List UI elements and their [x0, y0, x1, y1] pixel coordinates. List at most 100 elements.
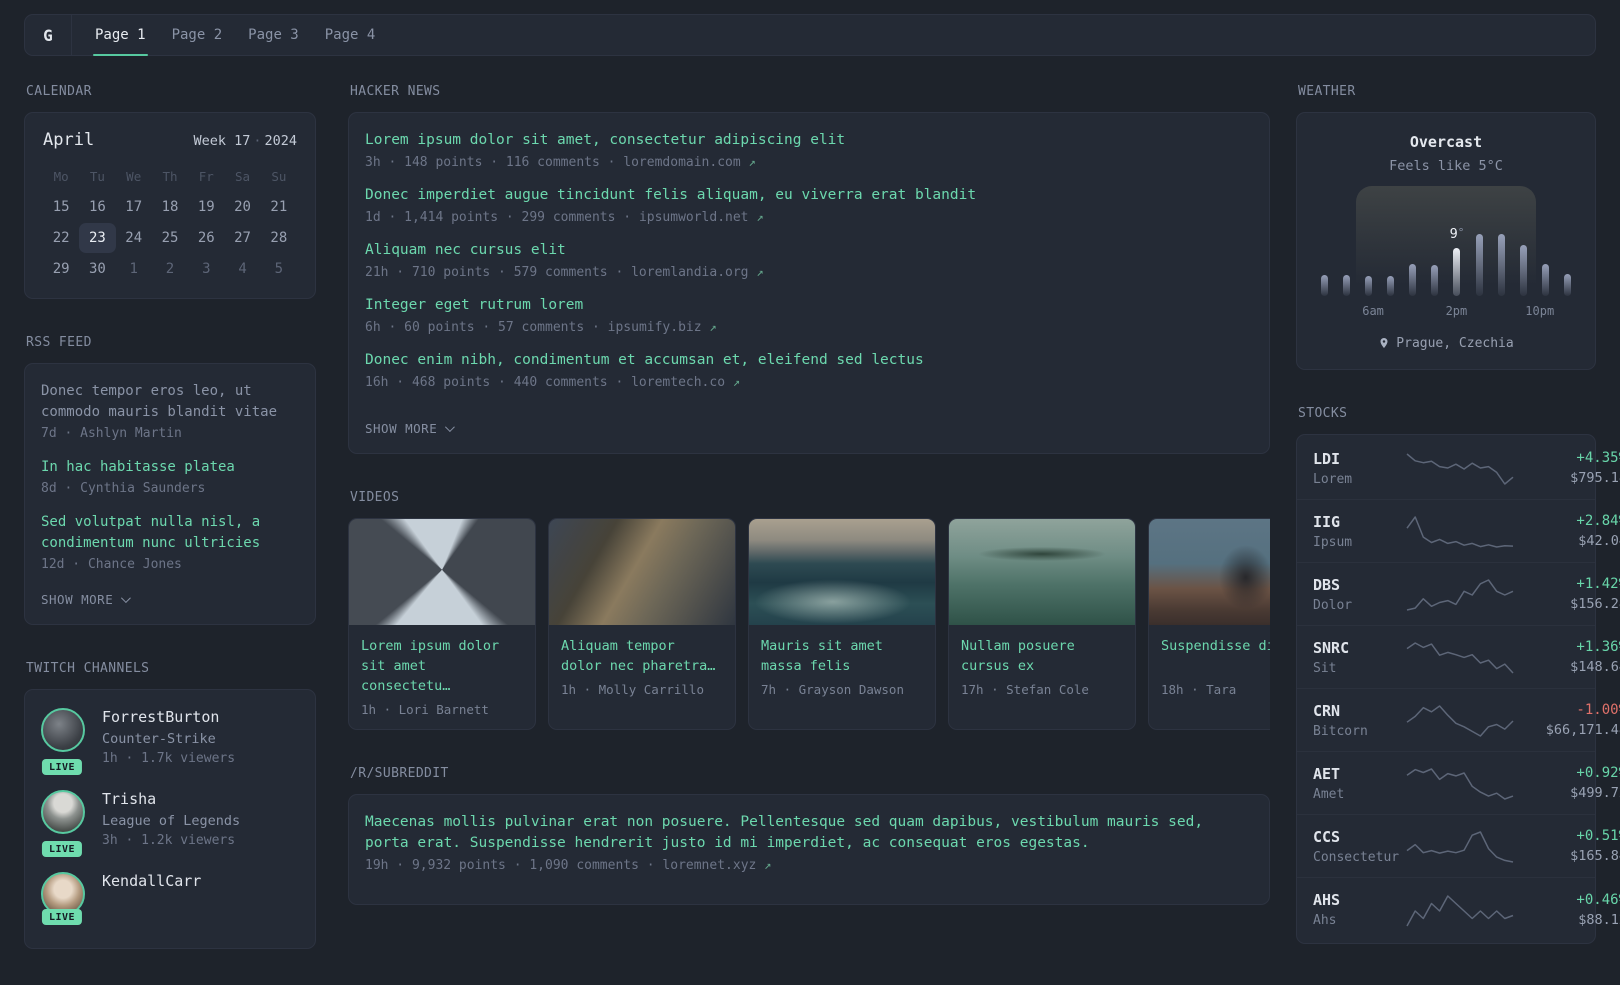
video-card-body: Suspendisse diam 18h · Tara — [1149, 625, 1270, 709]
stock-name: Bitcorn — [1313, 723, 1368, 739]
twitch-channel-row[interactable]: LIVE ForrestBurton Counter-Strike 1h · 1… — [41, 708, 299, 775]
dashboard-page: G Page 1 Page 2 Page 3 Page 4 CALENDAR A… — [0, 0, 1620, 985]
hackernews-source-link[interactable]: ipsumworld.net — [639, 210, 749, 225]
subreddit-item: Maecenas mollis pulvinar erat non posuer… — [365, 812, 1253, 873]
stock-row[interactable]: CRN Bitcorn -1.00% $66,171.48 — [1297, 689, 1620, 752]
hackernews-item-stats: 6h · 60 points · 57 comments · — [365, 320, 608, 335]
stock-row[interactable]: AHS Ahs +0.46% $88.12 — [1297, 878, 1620, 941]
stock-row[interactable]: DBS Dolor +1.42% $156.28 — [1297, 563, 1620, 626]
stock-values: +0.51% $165.84 — [1515, 828, 1620, 864]
twitch-channel-row[interactable]: LIVE Trisha League of Legends 3h · 1.2k … — [41, 790, 299, 857]
stock-row[interactable]: AET Amet +0.92% $499.72 — [1297, 752, 1620, 815]
weather-condition: Overcast — [1409, 133, 1483, 151]
stock-row[interactable]: IIG Ipsum +2.84% $42.04 — [1297, 500, 1620, 563]
weather-bar — [1541, 264, 1549, 296]
video-meta: 18h · Tara — [1161, 682, 1237, 697]
calendar-day: 1 — [129, 261, 138, 277]
weather-card: Overcast Feels like 5°C 9° 6am 2pm 10pm … — [1296, 112, 1596, 370]
video-card-body: Aliquam tempor dolor nec pharetra… 1h · … — [549, 625, 735, 709]
rss-item-link[interactable]: Donec tempor eros leo, ut commodo mauris… — [41, 381, 299, 423]
video-card[interactable]: Suspendisse diam 18h · Tara — [1148, 518, 1270, 730]
twitch-channel-meta: 1h · 1.7k viewers — [102, 751, 236, 766]
hackernews-item-meta: 6h · 60 points · 57 comments · ipsumify.… — [365, 320, 1253, 335]
hackernews-source-link[interactable]: ipsumify.biz — [608, 320, 702, 335]
calendar-weekday: Su — [271, 169, 287, 184]
page-tab[interactable]: Page 3 — [235, 15, 312, 55]
hackernews-source-link[interactable]: loremdomain.com — [623, 155, 740, 170]
calendar-day: 20 — [234, 199, 251, 215]
hackernews-item-link[interactable]: Integer eget rutrum lorem — [365, 295, 1253, 316]
calendar-day: 5 — [274, 261, 284, 277]
weather-bar-slot — [1497, 200, 1505, 296]
hackernews-source-link[interactable]: loremtech.co — [631, 375, 725, 390]
video-meta: 7h · Grayson Dawson — [761, 682, 904, 697]
stock-price: $42.04 — [1578, 533, 1620, 549]
stock-row[interactable]: LDI Lorem +4.35% $795.18 — [1297, 437, 1620, 500]
weather-bar — [1387, 275, 1395, 296]
hackernews-item-link[interactable]: Lorem ipsum dolor sit amet, consectetur … — [365, 130, 1253, 151]
page-tab[interactable]: Page 2 — [159, 15, 236, 55]
show-more-label: SHOW MORE — [365, 421, 438, 436]
twitch-avatar-wrap: LIVE — [41, 872, 87, 925]
subreddit-item-link[interactable]: Maecenas mollis pulvinar erat non posuer… — [365, 812, 1253, 854]
stock-id: IIG Ipsum — [1313, 513, 1405, 550]
stock-price: $795.18 — [1570, 470, 1620, 486]
calendar-weekday: Tu — [89, 169, 105, 184]
stock-change: +1.36% — [1576, 639, 1620, 655]
stock-symbol: SNRC — [1313, 638, 1350, 657]
stock-row[interactable]: CCS Consectetur +0.51% $165.84 — [1297, 815, 1620, 878]
video-card[interactable]: Aliquam tempor dolor nec pharetra… 1h · … — [548, 518, 736, 730]
video-thumbnail — [949, 519, 1135, 625]
stock-symbol: LDI — [1313, 449, 1341, 468]
hackernews-item-meta: 16h · 468 points · 440 comments · loremt… — [365, 375, 1253, 390]
video-card-body: Mauris sit amet massa felis 7h · Grayson… — [749, 625, 935, 709]
video-title: Aliquam tempor dolor nec pharetra… — [561, 638, 716, 674]
calendar-weekday: We — [126, 169, 142, 184]
hackernews-item-meta: 1d · 1,414 points · 299 comments · ipsum… — [365, 210, 1253, 225]
hackernews-item-stats: 21h · 710 points · 579 comments · — [365, 265, 632, 280]
weather-bar-slot — [1321, 200, 1328, 296]
stock-price: $499.72 — [1570, 785, 1620, 801]
calendar-day: 25 — [161, 230, 179, 246]
external-link-icon: ↗ — [756, 210, 764, 224]
page-tab[interactable]: Page 4 — [312, 15, 389, 55]
subreddit-source-link[interactable]: loremnet.xyz — [662, 858, 756, 873]
stock-price: $88.12 — [1578, 911, 1620, 928]
main-column: HACKER NEWS Lorem ipsum dolor sit amet, … — [348, 84, 1270, 941]
subreddit-widget-title: /R/SUBREDDIT — [350, 766, 449, 781]
calendar-weekday: Sa — [235, 169, 251, 184]
weather-bar-slot — [1431, 200, 1439, 296]
stock-sparkline — [1405, 512, 1515, 550]
page-tab[interactable]: Page 1 — [82, 15, 159, 56]
stock-values: +2.84% $42.04 — [1515, 513, 1620, 549]
live-badge: LIVE — [41, 909, 83, 925]
rss-item-link[interactable]: In hac habitasse platea — [41, 457, 299, 478]
video-card[interactable]: Nullam posuere cursus ex 17h · Stefan Co… — [948, 518, 1136, 730]
stock-change: -1.00% — [1576, 702, 1620, 718]
right-column: WEATHER Overcast Feels like 5°C 9° 6am 2… — [1296, 84, 1620, 980]
hackernews-item-link[interactable]: Donec imperdiet augue tincidunt felis al… — [365, 185, 1253, 206]
app-logo[interactable]: G — [25, 15, 72, 55]
video-card[interactable]: Lorem ipsum dolor sit amet consectetu… 1… — [348, 518, 536, 730]
stock-price: $148.64 — [1570, 659, 1620, 675]
stock-change: +0.92% — [1576, 765, 1620, 781]
hackernews-item-link[interactable]: Donec enim nibh, condimentum et accumsan… — [365, 350, 1253, 371]
calendar-day: 19 — [197, 199, 215, 215]
twitch-channel-info: Trisha League of Legends 3h · 1.2k viewe… — [102, 790, 240, 848]
twitch-channel-row[interactable]: LIVE KendallCarr — [41, 872, 299, 925]
hackernews-show-more-button[interactable]: SHOW MORE — [365, 421, 456, 436]
rss-item-link[interactable]: Sed volutpat nulla nisl, a condimentum n… — [41, 512, 299, 554]
stock-row[interactable]: SNRC Sit +1.36% $148.64 — [1297, 626, 1620, 689]
subreddit-widget: /R/SUBREDDIT Maecenas mollis pulvinar er… — [348, 766, 1270, 905]
video-meta: 1h · Lori Barnett — [361, 702, 489, 717]
calendar-day: 22 — [52, 230, 70, 246]
rss-show-more-button[interactable]: SHOW MORE — [41, 592, 132, 607]
hackernews-item-link[interactable]: Aliquam nec cursus elit — [365, 240, 1253, 261]
hackernews-source-link[interactable]: loremlandia.org — [631, 265, 748, 280]
calendar-header: April Week 17 · 2024 — [43, 130, 297, 150]
calendar-year: 2024 — [264, 133, 297, 149]
video-card[interactable]: Mauris sit amet massa felis 7h · Grayson… — [748, 518, 936, 730]
stock-symbol: AET — [1313, 764, 1341, 783]
rss-item: In hac habitasse platea 8d · Cynthia Sau… — [41, 457, 299, 496]
video-thumbnail — [349, 519, 535, 625]
